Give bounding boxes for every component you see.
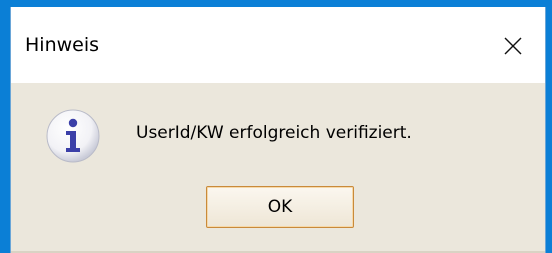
dialog-body: UserId/KW erfolgreich verifiziert. OK — [11, 83, 545, 253]
ok-button-label: OK — [267, 197, 293, 217]
ok-button[interactable]: OK — [206, 186, 354, 228]
dialog-message: UserId/KW erfolgreich verifiziert. — [136, 123, 412, 143]
info-icon — [46, 109, 100, 163]
title-bar[interactable]: Hinweis — [11, 7, 545, 83]
close-button[interactable] — [481, 7, 545, 83]
close-icon — [504, 37, 522, 55]
window-title: Hinweis — [25, 34, 100, 56]
dialog-window: Hinweis UserId/KW erfolgreich verifizier… — [10, 7, 546, 253]
